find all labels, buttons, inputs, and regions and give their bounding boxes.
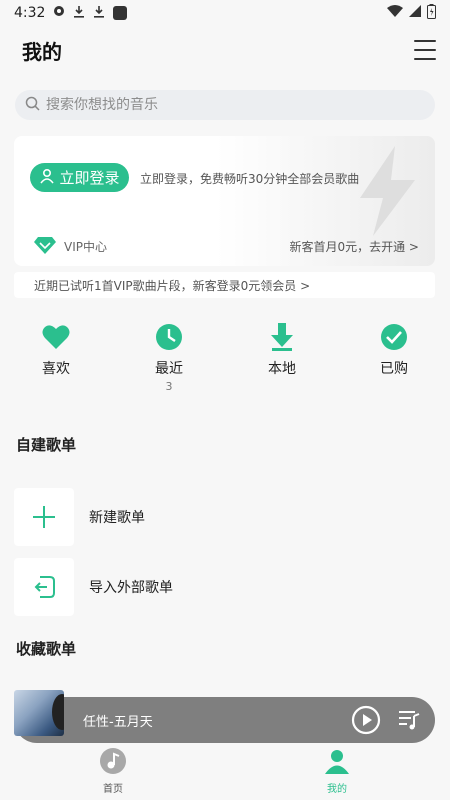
user-icon (325, 750, 349, 774)
quick-actions: 喜欢 最近 3 本地 已购 (0, 322, 450, 402)
vip-center-label: VIP中心 (64, 240, 107, 254)
location-icon (53, 5, 65, 21)
tab-home[interactable]: 首页 (73, 747, 153, 795)
plus-icon (14, 488, 74, 546)
login-button[interactable]: 立即登录 (30, 163, 129, 192)
recent-count: 3 (165, 380, 173, 393)
import-playlist-label: 导入外部歌单 (89, 580, 173, 596)
now-playing-title: 任性-五月天 (83, 715, 153, 730)
wifi-icon (387, 5, 403, 21)
quick-action-recent[interactable]: 最近 3 (129, 322, 209, 393)
login-button-label: 立即登录 (59, 169, 120, 187)
page-title: 我的 (22, 40, 62, 64)
tab-mine-label: 我的 (327, 784, 347, 795)
quick-action-label: 喜欢 (42, 361, 70, 377)
clock-icon (129, 322, 209, 352)
quick-action-label: 最近 (155, 361, 183, 377)
app-notification-icon (113, 6, 128, 20)
section-title-collected: 收藏歌单 (16, 640, 77, 658)
trial-notice-text: 近期已试听1首VIP歌曲片段，新客登录0元领会员 > (34, 278, 311, 293)
diamond-icon (34, 236, 56, 257)
vip-promo-link[interactable]: 新客首月0元，去开通 > (289, 238, 419, 255)
tab-home-label: 首页 (103, 784, 123, 795)
heart-icon (16, 322, 96, 352)
play-icon (351, 705, 381, 735)
quick-action-local[interactable]: 本地 (242, 322, 322, 378)
header: 我的 (0, 30, 450, 74)
quick-action-label: 本地 (268, 361, 296, 377)
search-bar[interactable] (15, 90, 435, 120)
download-icon (242, 322, 322, 352)
status-bar: 4:32 (0, 0, 450, 26)
signal-icon (409, 5, 421, 21)
bottom-tab-bar: 首页 我的 (0, 745, 450, 800)
quick-action-purchased[interactable]: 已购 (354, 322, 434, 378)
search-icon (25, 96, 40, 115)
playlist-button[interactable] (397, 708, 421, 732)
battery-icon (427, 3, 436, 23)
mini-player[interactable]: 任性-五月天 (14, 690, 435, 743)
status-time: 4:32 (14, 5, 46, 21)
playlist-icon (399, 711, 420, 730)
new-playlist-label: 新建歌单 (89, 510, 145, 526)
section-title-self-created: 自建歌单 (16, 436, 77, 454)
import-icon (14, 558, 74, 616)
play-button[interactable] (351, 705, 381, 735)
check-icon (354, 322, 434, 352)
music-note-icon (100, 748, 126, 774)
search-input[interactable] (46, 97, 406, 113)
import-playlist-button[interactable]: 导入外部歌单 (14, 558, 434, 616)
quick-action-label: 已购 (380, 361, 408, 377)
vip-center-link[interactable]: VIP中心 (34, 236, 107, 257)
download-status-icon-2 (93, 5, 105, 22)
login-description: 立即登录，免费畅听30分钟全部会员歌曲 (140, 172, 360, 186)
download-status-icon (73, 5, 85, 22)
menu-button[interactable] (414, 40, 436, 60)
album-cover[interactable] (14, 690, 64, 736)
menu-icon (414, 40, 436, 42)
lightning-icon (355, 146, 417, 240)
new-playlist-button[interactable]: 新建歌单 (14, 488, 434, 546)
trial-notice[interactable]: 近期已试听1首VIP歌曲片段，新客登录0元领会员 > (14, 272, 435, 298)
tab-mine[interactable]: 我的 (297, 747, 377, 795)
user-icon (39, 168, 55, 188)
login-card: 立即登录 立即登录，免费畅听30分钟全部会员歌曲 VIP中心 新客首月0元，去开… (14, 136, 435, 266)
quick-action-favorites[interactable]: 喜欢 (16, 322, 96, 378)
